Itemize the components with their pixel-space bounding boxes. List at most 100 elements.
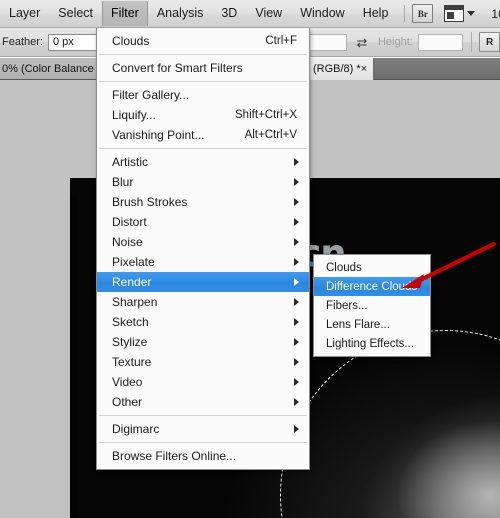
menu-item-label: Sketch <box>112 315 149 329</box>
menu-filter[interactable]: Filter <box>102 1 148 26</box>
menu-item-label: Vanishing Point... <box>112 128 205 142</box>
submenu-arrow-icon <box>294 425 299 433</box>
document-tab-title-right: (RGB/8) * <box>313 63 361 75</box>
menu-item-label: Clouds <box>326 261 362 274</box>
menu-bar: Layer Select Filter Analysis 3D View Win… <box>0 0 500 28</box>
menu-item-label: Render <box>112 275 152 289</box>
filter-menu-item-clouds[interactable]: Clouds Ctrl+F <box>97 31 309 51</box>
render-submenu-item-lighting-effects[interactable]: Lighting Effects... <box>314 334 430 353</box>
canvas-left-edge <box>70 195 78 518</box>
menu-3d[interactable]: 3D <box>212 1 246 26</box>
menu-item-shortcut: Alt+Ctrl+V <box>244 129 297 141</box>
filter-menu-item-stylize[interactable]: Stylize <box>97 332 309 352</box>
document-tab-title-left: 0% (Color Balance <box>2 62 94 75</box>
filter-menu-item-pixelate[interactable]: Pixelate <box>97 252 309 272</box>
menu-separator <box>99 442 307 443</box>
photoshop-window: Layer Select Filter Analysis 3D View Win… <box>0 0 500 518</box>
menu-help[interactable]: Help <box>354 1 398 26</box>
menu-item-label: Clouds <box>112 34 150 48</box>
menu-item-label: Liquify... <box>112 108 156 122</box>
menu-item-shortcut: Ctrl+F <box>265 35 297 47</box>
menu-item-label: Noise <box>112 235 143 249</box>
menu-item-label: Lighting Effects... <box>326 337 415 350</box>
height-input[interactable] <box>417 33 464 51</box>
selection-marquee <box>280 330 500 518</box>
options-divider-2 <box>471 32 473 52</box>
menu-item-label: Filter Gallery... <box>112 88 190 102</box>
refine-edge-button[interactable]: R <box>479 32 500 52</box>
bridge-icon[interactable]: Br <box>412 4 434 23</box>
filter-menu-item-video[interactable]: Video <box>97 372 309 392</box>
submenu-arrow-icon <box>294 198 299 206</box>
render-submenu[interactable]: Clouds Difference Clouds Fibers... Lens Fla… <box>313 254 431 357</box>
close-icon[interactable]: × <box>361 63 367 75</box>
zoom-level: 100% <box>491 6 500 21</box>
feather-input[interactable]: 0 px <box>47 33 101 51</box>
menu-separator <box>99 81 307 82</box>
menu-item-label: Pixelate <box>112 255 155 269</box>
submenu-arrow-icon <box>294 298 299 306</box>
submenu-arrow-icon <box>294 238 299 246</box>
filter-menu-item-texture[interactable]: Texture <box>97 352 309 372</box>
filter-dropdown-menu[interactable]: Clouds Ctrl+F Convert for Smart Filters Fil… <box>96 28 310 470</box>
menu-bar-divider <box>404 5 406 22</box>
menu-separator <box>99 54 307 55</box>
filter-menu-item-blur[interactable]: Blur <box>97 172 309 192</box>
menu-item-shortcut: Shift+Ctrl+X <box>235 109 297 121</box>
filter-menu-item-convert-for-smart-filters[interactable]: Convert for Smart Filters <box>97 58 309 78</box>
submenu-arrow-icon <box>294 338 299 346</box>
filter-menu-item-vanishing-point[interactable]: Vanishing Point... Alt+Ctrl+V <box>97 125 309 145</box>
menu-item-label: Sharpen <box>112 295 158 309</box>
filter-menu-item-render[interactable]: Render <box>97 272 309 292</box>
filter-menu-item-artistic[interactable]: Artistic <box>97 152 309 172</box>
document-tab-active[interactable]: (RGB/8) * × <box>305 58 375 80</box>
menu-item-label: Convert for Smart Filters <box>112 61 243 75</box>
submenu-arrow-icon <box>294 358 299 366</box>
filter-menu-item-sharpen[interactable]: Sharpen <box>97 292 309 312</box>
render-submenu-item-clouds[interactable]: Clouds <box>314 258 430 277</box>
swap-width-height-icon[interactable]: ⇄ <box>355 36 369 49</box>
render-submenu-item-difference-clouds[interactable]: Difference Clouds <box>314 277 430 296</box>
filter-menu-item-noise[interactable]: Noise <box>97 232 309 252</box>
render-submenu-item-fibers[interactable]: Fibers... <box>314 296 430 315</box>
submenu-arrow-icon <box>294 178 299 186</box>
arrange-documents-icon[interactable] <box>444 5 465 22</box>
menu-item-label: Texture <box>112 355 152 369</box>
menu-item-label: Difference Clouds <box>326 280 418 293</box>
feather-label: Feather: <box>2 36 43 48</box>
height-label: Height: <box>377 36 413 48</box>
menu-item-label: Distort <box>112 215 147 229</box>
filter-menu-item-other[interactable]: Other <box>97 392 309 412</box>
submenu-arrow-icon <box>294 318 299 326</box>
filter-menu-item-filter-gallery[interactable]: Filter Gallery... <box>97 85 309 105</box>
menu-window[interactable]: Window <box>291 1 353 26</box>
menu-item-label: Other <box>112 395 143 409</box>
submenu-arrow-icon <box>294 218 299 226</box>
filter-menu-item-brush-strokes[interactable]: Brush Strokes <box>97 192 309 212</box>
document-tab-left[interactable]: 0% (Color Balance <box>0 58 101 79</box>
menu-item-label: Artistic <box>112 155 148 169</box>
menu-analysis[interactable]: Analysis <box>148 1 213 26</box>
filter-menu-item-distort[interactable]: Distort <box>97 212 309 232</box>
menu-separator <box>99 415 307 416</box>
menu-layer[interactable]: Layer <box>0 1 49 26</box>
menu-item-label: Video <box>112 375 143 389</box>
submenu-arrow-icon <box>294 378 299 386</box>
filter-menu-item-liquify[interactable]: Liquify... Shift+Ctrl+X <box>97 105 309 125</box>
filter-menu-item-digimarc[interactable]: Digimarc <box>97 419 309 439</box>
render-submenu-item-lens-flare[interactable]: Lens Flare... <box>314 315 430 334</box>
chevron-down-icon[interactable] <box>467 11 476 16</box>
submenu-arrow-icon <box>294 398 299 406</box>
filter-menu-item-sketch[interactable]: Sketch <box>97 312 309 332</box>
submenu-arrow-icon <box>294 158 299 166</box>
menu-item-label: Browse Filters Online... <box>112 449 237 463</box>
filter-menu-item-browse-filters-online[interactable]: Browse Filters Online... <box>97 446 309 466</box>
menu-item-label: Digimarc <box>112 422 160 436</box>
menu-view[interactable]: View <box>246 1 291 26</box>
menu-item-label: Blur <box>112 175 134 189</box>
menu-item-label: Lens Flare... <box>326 318 390 331</box>
submenu-arrow-icon <box>294 278 299 286</box>
menu-separator <box>99 148 307 149</box>
menu-item-label: Fibers... <box>326 299 368 312</box>
menu-select[interactable]: Select <box>49 1 102 26</box>
